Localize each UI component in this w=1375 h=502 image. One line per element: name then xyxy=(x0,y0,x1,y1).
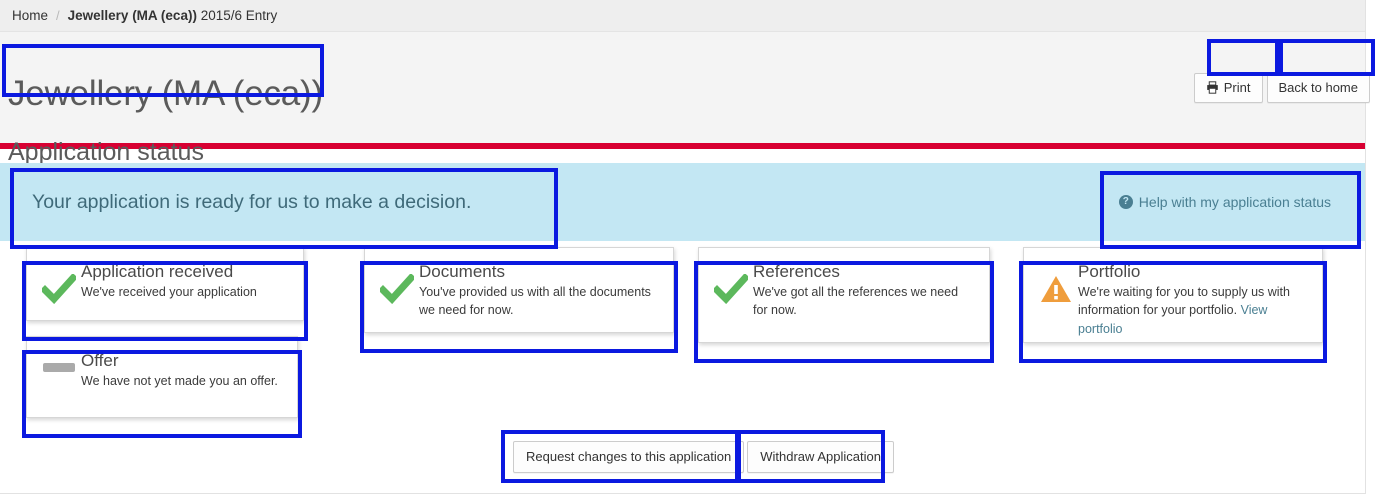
page-content: Home / Jewellery (MA (eca)) 2015/6 Entry… xyxy=(0,0,1370,494)
card-title: Application received xyxy=(81,262,234,281)
card-title: Offer xyxy=(81,351,119,370)
card-description: We have not yet made you an offer. xyxy=(81,374,278,389)
card-body: Documents You've provided us with all th… xyxy=(419,260,659,320)
green-check-icon xyxy=(709,260,753,304)
printer-icon xyxy=(1206,81,1219,94)
card-body: Portfolio We're waiting for you to suppl… xyxy=(1078,260,1308,338)
status-card-offer: Offer We have not yet made you an offer. xyxy=(26,336,298,418)
withdraw-application-button[interactable]: Withdraw Application xyxy=(747,441,894,473)
breadcrumb-course-name: Jewellery (MA (eca)) xyxy=(67,8,197,23)
status-cards: Application received We've received your… xyxy=(0,241,1365,421)
page-header: Jewellery (MA (eca)) Application status … xyxy=(0,32,1370,165)
question-circle-icon: ? xyxy=(1118,195,1133,209)
print-button-label: Print xyxy=(1223,80,1251,95)
card-body: References We've got all the references … xyxy=(753,260,975,320)
status-banner: Your application is ready for us to make… xyxy=(0,163,1365,241)
breadcrumb-current: Jewellery (MA (eca)) 2015/6 Entry xyxy=(68,8,278,23)
breadcrumb-entry-year: 2015/6 Entry xyxy=(196,8,278,23)
green-check-icon xyxy=(375,260,419,304)
card-description: We're waiting for you to supply us with … xyxy=(1078,283,1308,337)
card-description: We've got all the references we need for… xyxy=(753,285,959,318)
card-body: Offer We have not yet made you an offer. xyxy=(81,349,278,390)
green-check-icon xyxy=(37,260,81,304)
card-title: Portfolio xyxy=(1078,262,1141,281)
card-body: Application received We've received your… xyxy=(81,260,257,301)
header-actions: Print Back to home xyxy=(1193,73,1370,103)
card-title: References xyxy=(753,262,840,281)
application-status-page: Home / Jewellery (MA (eca)) 2015/6 Entry… xyxy=(0,0,1375,502)
status-card-references: References We've got all the references … xyxy=(698,247,990,343)
status-card-documents: Documents You've provided us with all th… xyxy=(364,247,674,333)
section-title: Application status xyxy=(8,138,204,166)
help-link-label: Help with my application status xyxy=(1138,194,1331,210)
status-banner-message: Your application is ready for us to make… xyxy=(32,190,472,213)
breadcrumb-separator: / xyxy=(56,8,60,23)
orange-warning-triangle-icon xyxy=(1034,260,1078,304)
card-description: We've received your application xyxy=(81,285,257,300)
request-changes-button[interactable]: Request changes to this application xyxy=(513,441,745,473)
status-card-portfolio: Portfolio We're waiting for you to suppl… xyxy=(1023,247,1323,343)
card-description: You've provided us with all the document… xyxy=(419,285,651,318)
back-to-home-button[interactable]: Back to home xyxy=(1266,73,1370,103)
page-title: Jewellery (MA (eca)) xyxy=(8,74,323,113)
grey-dash-icon xyxy=(37,349,81,372)
bottom-actions: Request changes to this application With… xyxy=(513,441,894,473)
card-title: Documents xyxy=(419,262,505,281)
breadcrumb-home-link[interactable]: Home xyxy=(12,8,48,23)
status-card-application-received: Application received We've received your… xyxy=(26,247,304,321)
print-button[interactable]: Print xyxy=(1193,73,1263,103)
breadcrumb: Home / Jewellery (MA (eca)) 2015/6 Entry xyxy=(0,0,1365,32)
help-with-application-status-link[interactable]: ? Help with my application status xyxy=(1118,194,1331,210)
